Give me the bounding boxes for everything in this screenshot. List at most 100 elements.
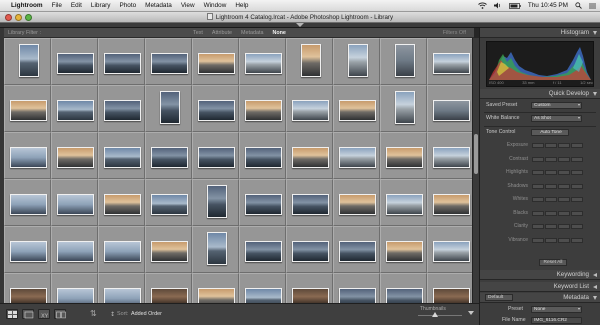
file-name-field[interactable]: IMG_6116.CR2 xyxy=(531,317,582,324)
menu-metadata[interactable]: Metadata xyxy=(145,2,172,9)
grid-cell[interactable] xyxy=(145,273,192,303)
increase-small-button[interactable] xyxy=(558,170,570,175)
grid-cell[interactable] xyxy=(4,38,51,85)
zoom-window-button[interactable] xyxy=(25,14,32,21)
saved-preset-dropdown[interactable]: Custom xyxy=(531,102,582,109)
sort-order-dropdown[interactable]: Added Order xyxy=(131,311,162,317)
white-balance-dropdown[interactable]: As Shot xyxy=(531,115,582,122)
survey-view-button[interactable] xyxy=(54,309,66,319)
grid-cell[interactable] xyxy=(145,226,192,273)
photo-thumbnail[interactable] xyxy=(292,288,329,303)
metadata-preset-dropdown[interactable]: Default xyxy=(485,294,513,301)
photo-thumbnail[interactable] xyxy=(10,147,47,168)
grid-cell[interactable] xyxy=(51,273,98,303)
photo-thumbnail[interactable] xyxy=(198,147,235,168)
filter-metadata-tab[interactable]: Metadata xyxy=(241,28,263,38)
photo-thumbnail[interactable] xyxy=(292,194,329,215)
photo-thumbnail[interactable] xyxy=(10,194,47,215)
grid-cell[interactable] xyxy=(333,273,380,303)
histogram-chart[interactable]: ISO 400 33 mm f / 11 1/2 sec xyxy=(486,41,594,87)
grid-cell[interactable] xyxy=(427,179,472,226)
grid-cell[interactable] xyxy=(380,226,427,273)
increase-large-button[interactable] xyxy=(571,156,583,162)
grid-cell[interactable] xyxy=(286,226,333,273)
photo-thumbnail[interactable] xyxy=(395,44,415,77)
menu-view[interactable]: View xyxy=(181,2,195,9)
decrease-large-button[interactable] xyxy=(532,237,544,243)
filter-attribute-tab[interactable]: Attribute xyxy=(212,28,232,38)
decrease-small-button[interactable] xyxy=(545,210,557,216)
grid-cell[interactable] xyxy=(145,179,192,226)
menu-help[interactable]: Help xyxy=(235,2,248,9)
grid-cell[interactable] xyxy=(286,179,333,226)
decrease-small-button[interactable] xyxy=(545,143,557,148)
photo-thumbnail[interactable] xyxy=(433,288,470,303)
battery-icon[interactable] xyxy=(508,2,521,9)
thumbnail-size-slider[interactable] xyxy=(418,315,462,316)
photo-thumbnail[interactable] xyxy=(245,53,282,74)
histogram-header[interactable]: Histogram xyxy=(480,28,600,38)
grid-cell[interactable] xyxy=(145,85,192,132)
grid-cell[interactable] xyxy=(286,85,333,132)
photo-thumbnail[interactable] xyxy=(57,194,94,215)
keywording-header[interactable]: Keywording xyxy=(480,270,600,280)
filters-off-dropdown[interactable]: Filters Off xyxy=(443,28,466,38)
quick-develop-header[interactable]: Quick Develop xyxy=(480,89,600,99)
loupe-view-button[interactable] xyxy=(22,309,34,319)
grid-cell[interactable] xyxy=(4,85,51,132)
grid-cell[interactable] xyxy=(4,226,51,273)
grid-cell[interactable] xyxy=(239,85,286,132)
keyword-list-header[interactable]: Keyword List xyxy=(480,282,600,292)
decrease-large-button[interactable] xyxy=(532,170,544,175)
photo-thumbnail[interactable] xyxy=(104,288,141,303)
photo-thumbnail[interactable] xyxy=(301,44,321,77)
photo-thumbnail[interactable] xyxy=(104,147,141,168)
grid-cell[interactable] xyxy=(427,38,472,85)
menu-file[interactable]: File xyxy=(52,2,62,9)
increase-small-button[interactable] xyxy=(558,156,570,162)
grid-cell[interactable] xyxy=(145,38,192,85)
grid-cell[interactable] xyxy=(4,179,51,226)
grid-cell[interactable] xyxy=(192,85,239,132)
grid-cell[interactable] xyxy=(427,273,472,303)
notification-center-icon[interactable] xyxy=(589,3,596,9)
photo-thumbnail[interactable] xyxy=(104,241,141,262)
photo-thumbnail[interactable] xyxy=(151,53,188,74)
menu-library[interactable]: Library xyxy=(91,2,111,9)
grid-cell[interactable] xyxy=(380,132,427,179)
decrease-small-button[interactable] xyxy=(545,197,557,202)
grid-cell[interactable] xyxy=(239,132,286,179)
decrease-large-button[interactable] xyxy=(532,197,544,202)
photo-thumbnail[interactable] xyxy=(245,147,282,168)
grid-cell[interactable] xyxy=(380,179,427,226)
scrollbar-thumb[interactable] xyxy=(474,134,478,174)
volume-icon[interactable] xyxy=(493,2,502,9)
decrease-small-button[interactable] xyxy=(545,156,557,162)
grid-cell[interactable] xyxy=(51,179,98,226)
photo-thumbnail[interactable] xyxy=(433,241,470,262)
grid-cell[interactable] xyxy=(333,132,380,179)
grid-cell[interactable] xyxy=(4,273,51,303)
photo-thumbnail[interactable] xyxy=(151,194,188,215)
grid-cell[interactable] xyxy=(98,273,145,303)
minimize-window-button[interactable] xyxy=(15,14,22,21)
photo-thumbnail[interactable] xyxy=(245,194,282,215)
menu-window[interactable]: Window xyxy=(204,2,227,9)
decrease-large-button[interactable] xyxy=(532,183,544,189)
grid-cell[interactable] xyxy=(286,38,333,85)
photo-thumbnail[interactable] xyxy=(57,147,94,168)
sort-direction-icon[interactable]: ↕ xyxy=(110,310,116,318)
photo-thumbnail[interactable] xyxy=(10,288,47,303)
photo-thumbnail[interactable] xyxy=(433,100,470,121)
photo-thumbnail[interactable] xyxy=(207,232,227,265)
increase-large-button[interactable] xyxy=(571,197,583,202)
grid-cell[interactable] xyxy=(51,38,98,85)
preset-dropdown[interactable]: None xyxy=(531,306,582,313)
compare-view-button[interactable]: XY xyxy=(38,309,50,319)
reset-all-button[interactable]: Reset All xyxy=(539,259,567,266)
photo-thumbnail[interactable] xyxy=(292,241,329,262)
grid-cell[interactable] xyxy=(427,85,472,132)
filter-text-tab[interactable]: Text xyxy=(193,28,203,38)
photo-thumbnail[interactable] xyxy=(433,194,470,215)
thumbnail-slider-knob[interactable] xyxy=(432,312,438,317)
